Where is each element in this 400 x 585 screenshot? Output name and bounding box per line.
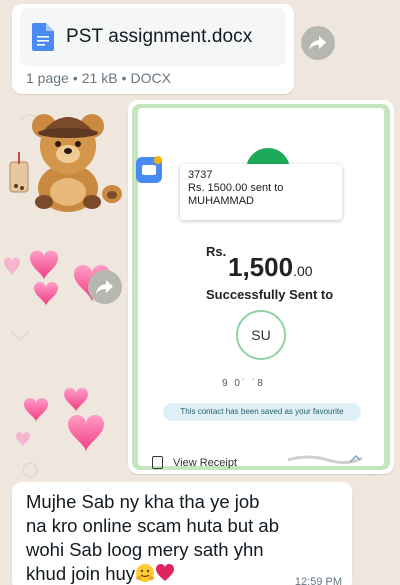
pink-hearts-sticker[interactable]: [14, 386, 124, 456]
document-message-bubble[interactable]: PST assignment.docx 1 page • 21 kB • DOCX: [12, 4, 294, 94]
document-size: 21 kB: [81, 70, 118, 86]
message-timestamp: 12:59 PM: [294, 576, 342, 585]
document-icon: [32, 23, 54, 51]
notification-sender: 3737: [188, 169, 213, 181]
amount-decimal: .00: [293, 263, 313, 279]
favourite-notice: This contact has been saved as your favo…: [163, 403, 361, 421]
document-attachment[interactable]: PST assignment.docx: [20, 8, 286, 66]
document-pages: 1 page: [26, 70, 69, 86]
amount-integer: 1,500: [228, 252, 294, 282]
receipt-icon: [152, 456, 163, 469]
forward-button[interactable]: [88, 270, 122, 304]
messages-app-icon: [136, 156, 162, 183]
forward-button[interactable]: [301, 26, 335, 60]
recipient-avatar: SU: [236, 310, 286, 360]
forward-icon: [309, 36, 326, 50]
red-heart-emoji: [155, 563, 175, 585]
notification-line-2: MUHAMMAD: [188, 195, 254, 207]
document-type: DOCX: [130, 70, 171, 86]
hugging-face-emoji: [135, 563, 155, 585]
forward-icon: [96, 280, 113, 294]
recipient-initials: SU: [251, 327, 271, 343]
message-text: Mujhe Sab ny kha tha ye job na kro onlin…: [26, 490, 338, 585]
currency-label: Rs.: [206, 244, 227, 259]
sms-notification: 3737 Rs. 1500.00 sent to MUHAMMAD: [180, 164, 342, 220]
recipient-number-partial: 9 0˙ ˙8: [222, 378, 265, 389]
notification-line-1: Rs. 1500.00 sent to: [188, 182, 284, 194]
meta-separator: •: [72, 70, 78, 86]
meta-separator: •: [121, 70, 127, 86]
view-receipt-label: View Receipt: [173, 456, 237, 469]
transfer-status: Successfully Sent to: [206, 287, 334, 302]
teddy-bear-sticker[interactable]: [4, 96, 128, 220]
view-receipt-button[interactable]: View Receipt: [152, 456, 237, 469]
text-message-bubble[interactable]: Mujhe Sab ny kha tha ye job na kro onlin…: [12, 482, 352, 585]
document-file-name: PST assignment.docx: [66, 26, 253, 47]
document-meta: 1 page • 21 kB • DOCX: [26, 70, 171, 86]
redaction-scribble: [287, 454, 363, 465]
amount-value: 1,500.00: [228, 252, 313, 283]
